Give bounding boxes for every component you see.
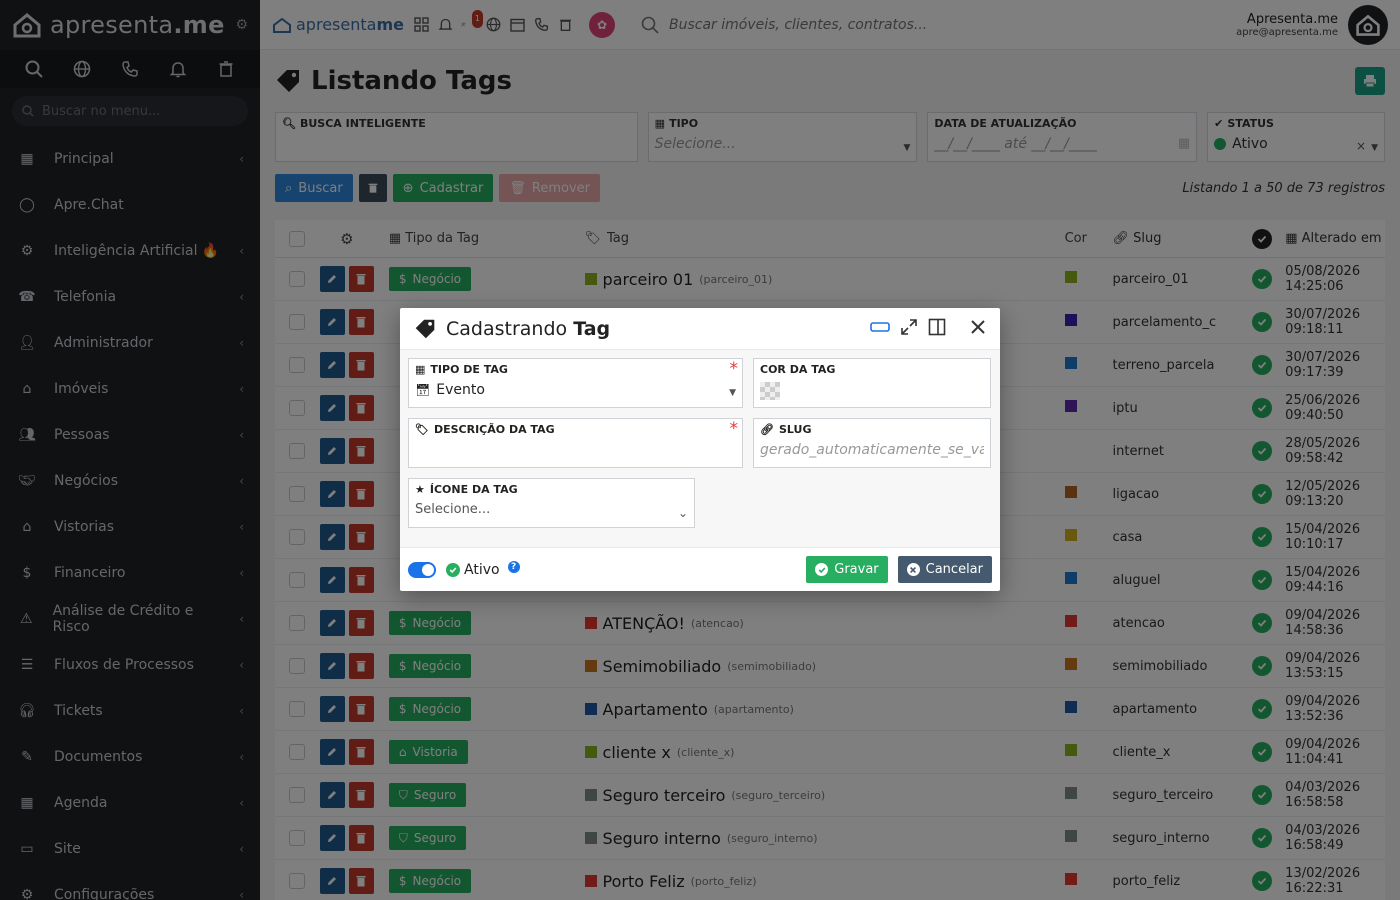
tag-slug-placeholder: gerado_automaticamente_se_vazio xyxy=(760,442,984,458)
modal-tools xyxy=(870,318,986,340)
tag-type-label: ▦ TIPO DE TAG xyxy=(415,363,508,376)
tag-slug-label: 🔗︎ SLUG xyxy=(760,423,812,436)
side-panel-icon[interactable] xyxy=(928,318,946,340)
star-icon: ★ xyxy=(415,483,425,496)
modal-header: Cadastrando Tag xyxy=(400,308,1000,350)
chevron-down-icon: ▼ xyxy=(729,388,736,398)
chevron-down-icon: ⌄ xyxy=(677,506,688,520)
tag-icon-field[interactable]: ★ ÍCONE DA TAG Selecione... ⌄ xyxy=(408,478,695,528)
grid-icon: ▦ xyxy=(415,363,426,376)
tag-description-field[interactable]: 🏷︎ DESCRIÇÃO DA TAG * xyxy=(408,418,743,468)
tag-description-label: 🏷︎ DESCRIÇÃO DA TAG xyxy=(415,423,555,436)
minimize-icon[interactable] xyxy=(870,320,890,338)
help-icon[interactable]: ? xyxy=(507,560,520,573)
active-label: Ativo ? xyxy=(446,560,520,578)
tag-color-field[interactable]: COR DA TAG xyxy=(753,358,991,408)
tag-icon-placeholder: Selecione... xyxy=(415,502,491,517)
tag-slug-field[interactable]: 🔗︎ SLUG gerado_automaticamente_se_vazio xyxy=(753,418,991,468)
color-swatch-transparent[interactable] xyxy=(760,382,780,400)
close-circle-icon xyxy=(906,563,920,576)
create-tag-modal: Cadastrando Tag ▦ TIPO DE TAG * 📅︎ Evento … xyxy=(400,308,1000,591)
active-toggle[interactable] xyxy=(408,561,436,578)
tag-icon: 🏷︎ xyxy=(415,423,429,436)
tag-icon xyxy=(415,319,435,338)
tag-type-field[interactable]: ▦ TIPO DE TAG * 📅︎ Evento ▼ xyxy=(408,358,743,408)
link-icon: 🔗︎ xyxy=(760,423,774,436)
modal-footer: Ativo ? Gravar Cancelar xyxy=(400,547,1000,591)
cancel-button[interactable]: Cancelar xyxy=(897,556,992,583)
save-button[interactable]: Gravar xyxy=(806,556,888,583)
tag-type-value: 📅︎ Evento xyxy=(415,382,485,398)
modal-body: ▦ TIPO DE TAG * 📅︎ Evento ▼ COR DA TAG 🏷︎ D… xyxy=(400,350,1000,547)
required-asterisk: * xyxy=(729,359,739,379)
modal-title: Cadastrando Tag xyxy=(446,317,611,340)
expand-icon[interactable] xyxy=(900,318,918,340)
tag-color-label: COR DA TAG xyxy=(760,363,836,376)
check-circle-icon xyxy=(446,562,460,577)
required-asterisk: * xyxy=(729,419,739,439)
tag-icon-label: ★ ÍCONE DA TAG xyxy=(415,483,518,496)
calendar-event-icon: 📅︎ xyxy=(415,383,431,397)
close-icon[interactable] xyxy=(970,319,986,339)
check-circle-icon xyxy=(815,563,829,576)
